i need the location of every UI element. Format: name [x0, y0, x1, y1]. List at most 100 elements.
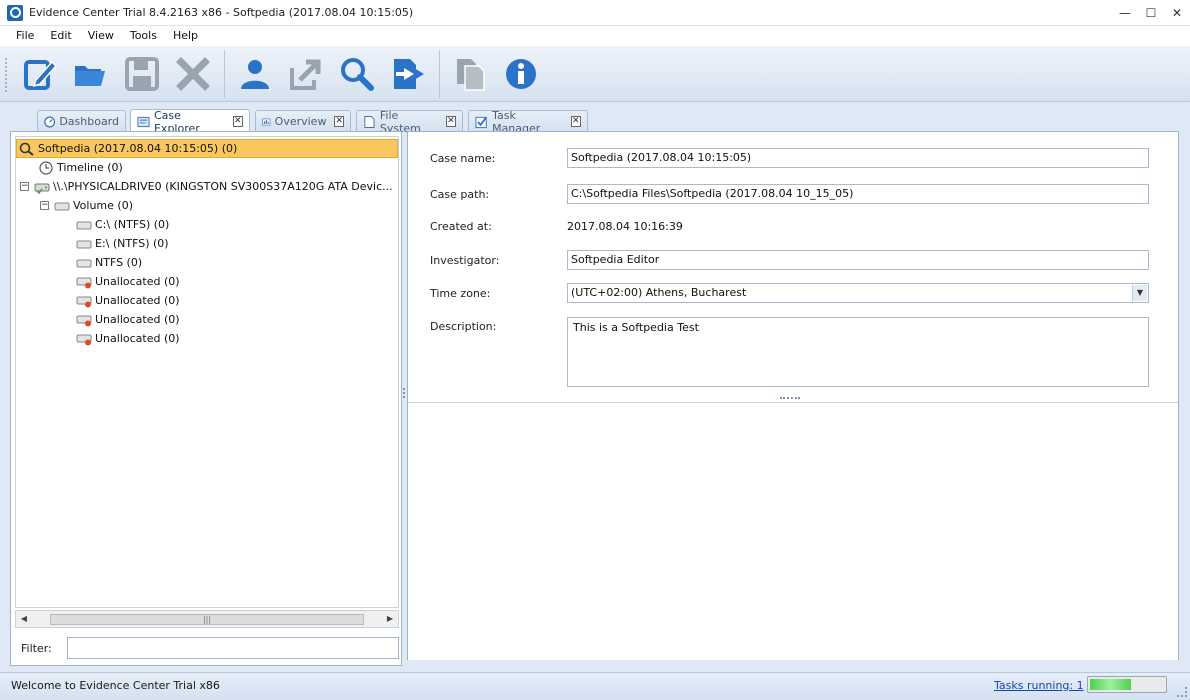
scroll-thumb[interactable]: |||: [50, 614, 364, 625]
task-manager-icon: [475, 116, 487, 128]
collapse-toggle[interactable]: −: [20, 182, 29, 191]
horizontal-scrollbar[interactable]: ◀ ||| ▶: [15, 610, 399, 628]
tree-item-label: Volume (0): [73, 199, 133, 212]
detail-panel: [408, 402, 1178, 660]
menu-edit[interactable]: Edit: [42, 26, 79, 46]
copy-button[interactable]: [448, 52, 492, 96]
investigator-button[interactable]: [233, 52, 277, 96]
close-button[interactable]: ✕: [1164, 0, 1190, 26]
close-tab-icon[interactable]: ✕: [570, 116, 581, 127]
add-evidence-icon: [394, 58, 424, 89]
case-tree-panel: Softpedia (2017.08.04 10:15:05) (0) Time…: [10, 131, 402, 666]
tree-item-partition[interactable]: NTFS (0): [76, 253, 142, 272]
open-folder-icon: [75, 65, 105, 86]
tab-overview[interactable]: Overview ✕: [255, 110, 351, 132]
time-zone-label: Time zone:: [430, 287, 491, 300]
disk-icon: [76, 259, 92, 267]
vertical-splitter[interactable]: [403, 388, 406, 398]
add-evidence-button[interactable]: [386, 52, 430, 96]
hard-drive-icon: [34, 183, 50, 194]
tree-item-label: NTFS (0): [95, 256, 143, 269]
disk-icon: [54, 202, 70, 210]
menu-file[interactable]: File: [8, 26, 42, 46]
search-icon: [341, 57, 374, 91]
menu-tools[interactable]: Tools: [122, 26, 165, 46]
tree-item-unallocated[interactable]: Unallocated (0): [76, 291, 180, 310]
tree-item-label: Unallocated (0): [95, 313, 180, 326]
time-zone-select[interactable]: (UTC+02:00) Athens, Bucharest ▼: [567, 283, 1149, 303]
tree-item-unallocated[interactable]: Unallocated (0): [76, 329, 180, 348]
created-at-label: Created at:: [430, 220, 492, 233]
window-title: Evidence Center Trial 8.4.2163 x86 - Sof…: [29, 6, 414, 19]
tree-item-label: \\.\PHYSICALDRIVE0 (KINGSTON SV300S37A12…: [53, 180, 393, 193]
task-progress-bar: [1087, 676, 1167, 693]
description-label: Description:: [430, 320, 497, 333]
menu-bar: File Edit View Tools Help: [0, 26, 1190, 46]
resize-grip[interactable]: [1177, 687, 1187, 697]
investigator-icon: [241, 59, 269, 89]
tree-item-label: Unallocated (0): [95, 294, 180, 307]
tree-item-case-root[interactable]: Softpedia (2017.08.04 10:15:05) (0): [16, 139, 398, 158]
investigator-label: Investigator:: [430, 254, 500, 267]
new-case-button[interactable]: [18, 52, 62, 96]
open-case-button[interactable]: [69, 52, 113, 96]
tree-item-timeline[interactable]: Timeline (0): [38, 158, 123, 177]
progress-fill: [1090, 679, 1131, 690]
case-name-label: Case name:: [430, 152, 496, 165]
tab-file-system[interactable]: File System ✕: [356, 109, 463, 135]
overview-icon: [262, 118, 271, 125]
dashboard-icon: [44, 116, 56, 127]
delete-icon: [176, 56, 210, 91]
tab-task-manager[interactable]: Task Manager ✕: [468, 109, 588, 135]
minimize-button[interactable]: —: [1112, 0, 1138, 26]
close-tab-icon[interactable]: ✕: [232, 116, 243, 127]
disk-icon: [76, 221, 92, 229]
chevron-down-icon[interactable]: ▼: [1132, 285, 1147, 301]
tab-label: Overview: [274, 115, 327, 128]
horizontal-splitter[interactable]: [780, 397, 800, 399]
tab-dashboard[interactable]: Dashboard: [37, 110, 126, 132]
toolbar-grip[interactable]: [5, 58, 9, 92]
maximize-button[interactable]: ☐: [1138, 0, 1164, 26]
tree-item-partition[interactable]: E:\ (NTFS) (0): [76, 234, 169, 253]
tree-item-label: Softpedia (2017.08.04 10:15:05) (0): [38, 142, 238, 155]
scroll-right-icon[interactable]: ▶: [382, 611, 398, 627]
description-field[interactable]: This is a Softpedia Test: [567, 317, 1149, 387]
case-path-field[interactable]: C:\Softpedia Files\Softpedia (2017.08.04…: [567, 184, 1149, 204]
filter-input[interactable]: [67, 637, 399, 659]
menu-view[interactable]: View: [80, 26, 122, 46]
menu-help[interactable]: Help: [165, 26, 206, 46]
tree-item-unallocated[interactable]: Unallocated (0): [76, 310, 180, 329]
delete-button[interactable]: [171, 52, 215, 96]
tree-item-physical-drive[interactable]: − \\.\PHYSICALDRIVE0 (KINGSTON SV300S37A…: [20, 177, 393, 196]
case-name-field[interactable]: Softpedia (2017.08.04 10:15:05): [567, 148, 1149, 168]
tree-item-volume[interactable]: − Volume (0): [40, 196, 133, 215]
scroll-left-icon[interactable]: ◀: [16, 611, 32, 627]
app-icon: [7, 4, 23, 21]
tree-item-label: Timeline (0): [57, 161, 123, 174]
tasks-running-link[interactable]: Tasks running: 1: [994, 679, 1084, 692]
tab-case-explorer[interactable]: Case Explorer ✕: [130, 109, 250, 135]
case-path-label: Case path:: [430, 188, 490, 201]
case-tree[interactable]: Softpedia (2017.08.04 10:15:05) (0) Time…: [15, 136, 399, 608]
tab-label: Dashboard: [59, 115, 119, 128]
toolbar-separator: [224, 49, 225, 98]
document-tabs: Dashboard Case Explorer ✕ Overview ✕ Fil…: [0, 102, 1190, 135]
new-case-icon: [24, 59, 58, 90]
search-button[interactable]: [335, 52, 379, 96]
tree-item-unallocated[interactable]: Unallocated (0): [76, 272, 180, 291]
unallocated-disk-icon: [76, 334, 92, 345]
collapse-toggle[interactable]: −: [40, 201, 49, 210]
save-button[interactable]: [120, 52, 164, 96]
title-bar: Evidence Center Trial 8.4.2163 x86 - Sof…: [0, 0, 1190, 26]
export-button[interactable]: [284, 52, 328, 96]
tree-item-partition[interactable]: C:\ (NTFS) (0): [76, 215, 169, 234]
close-tab-icon[interactable]: ✕: [445, 116, 457, 127]
save-icon: [125, 56, 159, 91]
investigator-field[interactable]: Softpedia Editor: [567, 250, 1149, 270]
about-button[interactable]: [499, 52, 543, 96]
close-tab-icon[interactable]: ✕: [334, 116, 344, 127]
window-controls: — ☐ ✕: [1112, 0, 1190, 26]
toolbar-separator: [439, 49, 440, 98]
case-explorer-icon: [137, 116, 150, 127]
